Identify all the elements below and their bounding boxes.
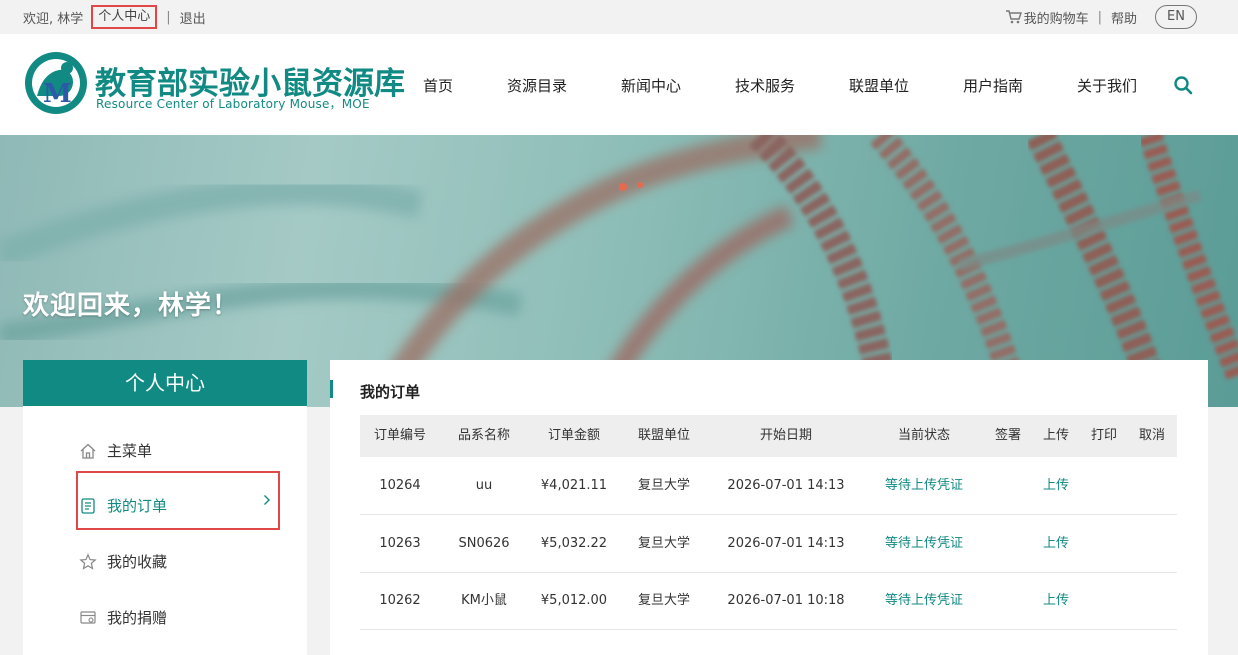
site-header: M 教育部实验小鼠资源库 Resource Center of Laborato… [0,34,1238,135]
order-amount: ¥5,012.00 [540,593,608,608]
cancel-cell [1130,515,1174,572]
title-accent-bar [330,380,333,398]
nav-about[interactable]: 关于我们 [1077,75,1137,96]
column-header: 品系名称 [457,428,510,443]
sidebar-title: 个人中心 [23,360,307,406]
column-header: 取消 [1138,428,1165,443]
table-row: 10263 SN0626 ¥5,032.22 复旦大学 2026-07-01 1… [360,515,1177,573]
sign-cell [986,515,1030,572]
strain-name: KM小鼠 [461,593,507,608]
personal-center-link[interactable]: 个人中心 [91,5,158,29]
nav-catalog[interactable]: 资源目录 [507,75,567,96]
welcome-heading: 欢迎回来，林学！ [23,291,240,321]
table-row: 10262 KM小鼠 ¥5,012.00 复旦大学 2026-07-01 10:… [360,572,1177,630]
sidebar-item-label: 我的收藏 [107,553,168,571]
chevron-right-icon [264,495,270,505]
page-title: 我的订单 [360,383,421,401]
nav-news[interactable]: 新闻中心 [621,75,681,96]
order-status: 等待上传凭证 [884,593,963,608]
cancel-cell [1130,572,1174,629]
order-status: 等待上传凭证 [884,536,963,551]
cart-link[interactable]: 我的购物车 [1024,8,1089,27]
logout-link[interactable]: 退出 [180,8,206,27]
order-amount: ¥5,032.22 [540,536,608,551]
cart-icon[interactable] [1005,10,1022,24]
nav-alliance[interactable]: 联盟单位 [849,75,909,96]
donate-icon [80,610,96,624]
sidebar-item-main-menu[interactable]: 主菜单 [79,440,152,461]
sidebar-item-donations[interactable]: 我的捐赠 [79,607,167,628]
search-icon[interactable] [1173,75,1193,95]
sign-cell [986,457,1030,514]
order-id: 10263 [379,536,421,551]
orders-panel: 我的订单 订单编号 品系名称 订单金额 联盟单位 开始日期 当前状态 签署 上传… [330,360,1208,655]
column-header: 打印 [1090,428,1117,443]
nav-guide[interactable]: 用户指南 [963,75,1023,96]
sidebar: 个人中心 主菜单 我的订单 我的收藏 我的捐赠 [23,360,307,655]
column-header: 当前状态 [897,428,950,443]
order-id: 10264 [379,478,421,493]
logo-title-en: Resource Center of Laboratory Mouse，MOE [96,97,370,111]
mouse-logo-icon: M [25,52,87,114]
column-header: 开始日期 [759,428,812,443]
sidebar-item-my-orders[interactable]: 我的订单 [79,495,167,516]
top-bar: 欢迎, 林学 个人中心 | 退出 我的购物车 | 帮助 EN [0,0,1238,34]
sign-cell [986,572,1030,629]
divider: | [1097,9,1102,25]
print-cell [1082,572,1126,629]
order-id: 10262 [379,593,421,608]
sidebar-item-label: 我的订单 [107,497,168,515]
alliance-unit: 复旦大学 [637,593,690,608]
column-header: 签署 [994,428,1021,443]
column-header: 订单编号 [373,428,426,443]
nav-home[interactable]: 首页 [423,75,453,96]
upload-link[interactable]: 上传 [1034,515,1078,572]
svg-text:M: M [43,79,72,109]
home-icon [80,443,96,459]
help-link[interactable]: 帮助 [1111,8,1137,27]
print-cell [1082,457,1126,514]
sidebar-item-label: 主菜单 [107,442,153,460]
divider: | [166,9,171,25]
cancel-cell [1130,457,1174,514]
print-cell [1082,515,1126,572]
start-date: 2026-07-01 14:13 [727,478,845,493]
start-date: 2026-07-01 10:18 [727,593,845,608]
alliance-unit: 复旦大学 [637,478,690,493]
top-bar-left: 欢迎, 林学 个人中心 | 退出 [23,0,206,34]
welcome-text: 欢迎, 林学 [23,11,84,27]
order-icon [81,497,95,514]
site-logo[interactable]: M 教育部实验小鼠资源库 Resource Center of Laborato… [23,50,405,120]
nav-services[interactable]: 技术服务 [735,75,795,96]
strain-name: SN0626 [458,536,510,551]
order-status: 等待上传凭证 [884,478,963,493]
column-header: 联盟单位 [637,428,690,443]
table-row: 10264 uu ¥4,021.11 复旦大学 2026-07-01 14:13… [360,457,1177,515]
sidebar-item-favorites[interactable]: 我的收藏 [79,551,167,572]
sidebar-item-label: 我的捐赠 [107,609,168,627]
order-amount: ¥4,021.11 [540,478,608,493]
alliance-unit: 复旦大学 [637,536,690,551]
column-header: 订单金额 [547,428,600,443]
upload-link[interactable]: 上传 [1034,457,1078,514]
upload-link[interactable]: 上传 [1034,572,1078,629]
strain-name: uu [475,478,493,493]
top-bar-right: 我的购物车 | 帮助 EN [1005,0,1197,34]
column-header: 上传 [1042,428,1069,443]
star-icon [79,552,97,570]
orders-table-header: 订单编号 品系名称 订单金额 联盟单位 开始日期 当前状态 签署 上传 打印 取… [360,415,1177,457]
language-toggle[interactable]: EN [1155,5,1197,29]
start-date: 2026-07-01 14:13 [727,536,845,551]
